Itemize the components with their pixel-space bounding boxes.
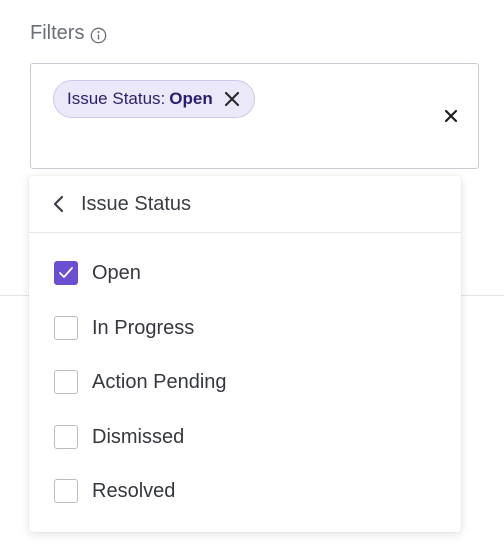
checkbox-resolved[interactable] <box>54 479 78 503</box>
dropdown-title: Issue Status <box>81 192 192 215</box>
info-icon[interactable] <box>90 27 107 44</box>
option-action-pending[interactable]: Action Pending <box>54 370 227 394</box>
chevron-left-icon <box>53 195 64 213</box>
x-icon[interactable] <box>223 90 241 108</box>
option-label: Resolved <box>92 479 176 502</box>
dropdown-header: Issue Status <box>29 176 461 233</box>
checkbox-open[interactable] <box>54 261 78 285</box>
issue-status-dropdown: Issue Status Open In Progress Action Pen… <box>29 176 461 532</box>
back-button[interactable] <box>39 184 79 224</box>
filter-input-box[interactable]: Issue Status: Open <box>30 63 479 169</box>
option-dismissed[interactable]: Dismissed <box>54 425 184 449</box>
filters-label: Filters <box>30 22 85 44</box>
filters-header: Filters <box>30 22 107 45</box>
option-label: Dismissed <box>92 425 185 448</box>
filter-chip-key: Issue Status: <box>67 89 166 108</box>
option-label: In Progress <box>92 316 195 339</box>
checkbox-dismissed[interactable] <box>54 425 78 449</box>
option-resolved[interactable]: Resolved <box>54 479 175 503</box>
option-label: Open <box>92 261 141 284</box>
checkbox-action-pending[interactable] <box>54 370 78 394</box>
filter-chip-value: Open <box>169 89 213 108</box>
checkbox-in-progress[interactable] <box>54 316 78 340</box>
option-open[interactable]: Open <box>54 261 141 285</box>
option-label: Action Pending <box>92 370 227 393</box>
filter-chip-issue-status[interactable]: Issue Status: Open <box>53 80 255 118</box>
close-icon[interactable] <box>444 109 458 123</box>
option-in-progress[interactable]: In Progress <box>54 316 194 340</box>
checkmark-icon <box>59 267 73 278</box>
